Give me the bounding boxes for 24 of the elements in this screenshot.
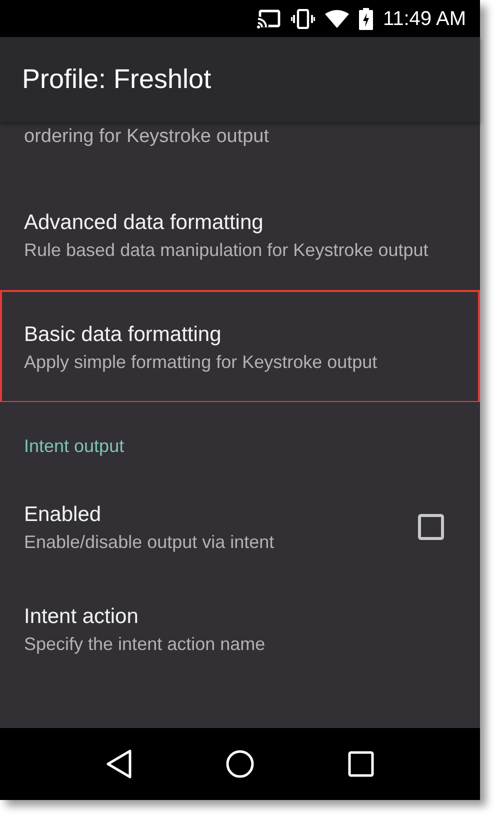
item-summary: Rule based data manipulation for Keystroke output <box>24 238 430 262</box>
vibrate-icon <box>290 8 315 28</box>
cast-icon <box>256 8 281 28</box>
checkbox[interactable] <box>418 514 444 540</box>
item-summary: Enable/disable output via intent <box>24 530 276 554</box>
item-title: Enabled <box>24 502 102 528</box>
item-summary: ordering for Keystroke output <box>24 125 270 149</box>
preference-item[interactable]: Basic data formatting Apply simple formatting for Keystroke output <box>0 290 480 402</box>
battery-icon <box>358 8 373 30</box>
item-summary: Apply simple formatting for Keystroke output <box>24 350 378 374</box>
category-header: Intent output <box>24 434 124 458</box>
item-title: Basic data formatting <box>24 322 222 348</box>
wifi-icon <box>324 8 349 28</box>
checkbox-preference[interactable]: Enabled Enable/disable output via intent <box>0 480 480 572</box>
preference-item[interactable]: Intent action Specify the intent action name <box>0 572 480 684</box>
back-icon[interactable] <box>106 749 132 779</box>
item-summary: Specify the intent action name <box>24 632 266 656</box>
item-title: Advanced data formatting <box>24 210 264 236</box>
preference-item[interactable]: Advanced data formatting Rule based data manipulation for Keystroke output <box>0 178 480 290</box>
clock-text: 11:49 AM <box>382 6 466 32</box>
home-icon[interactable] <box>224 749 255 779</box>
recents-icon[interactable] <box>348 751 374 777</box>
app-bar-title: Profile: Freshlot <box>22 63 212 96</box>
item-title: Intent action <box>24 604 140 630</box>
